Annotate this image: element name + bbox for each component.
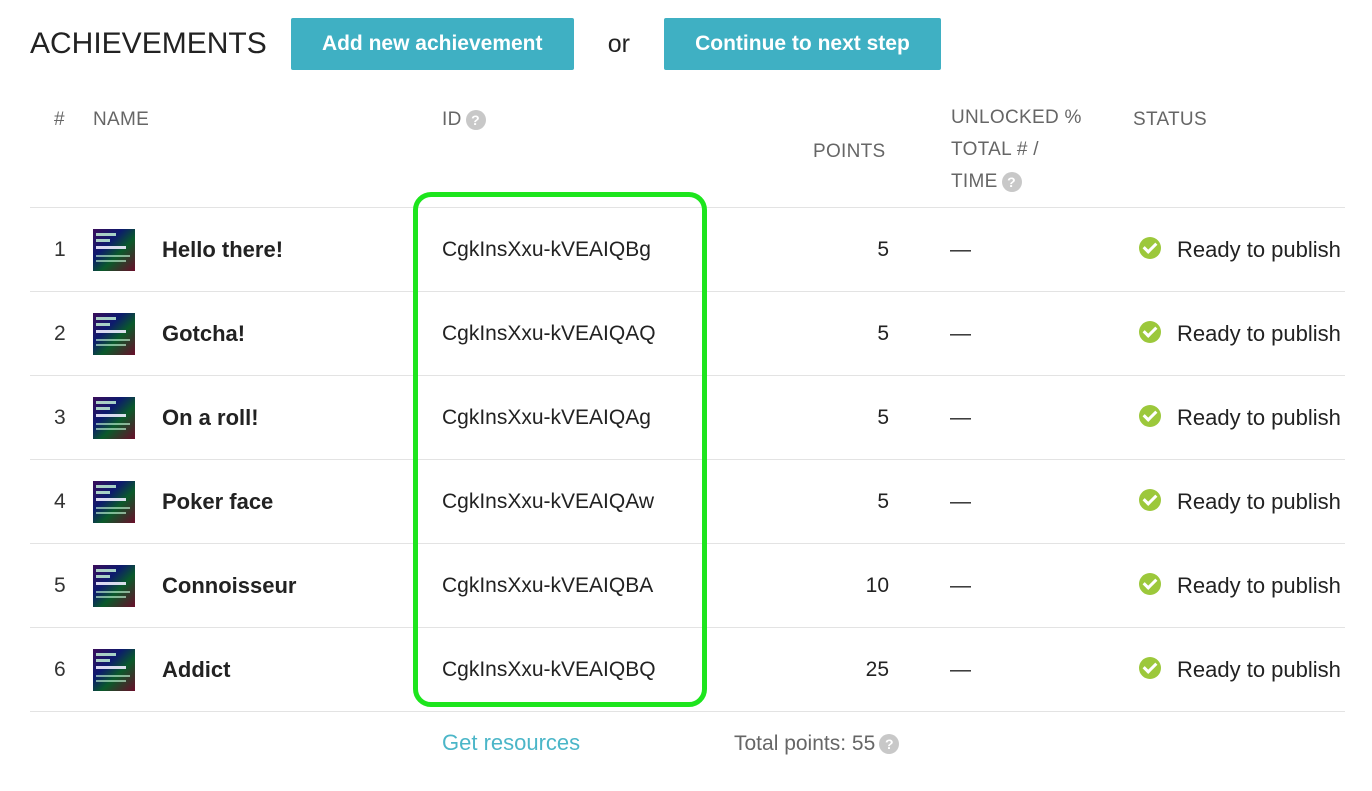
achievement-name[interactable]: On a roll! (162, 376, 259, 460)
achievement-name[interactable]: Addict (162, 628, 230, 712)
column-header-status: STATUS (1133, 109, 1207, 130)
achievement-image (93, 397, 135, 439)
check-circle-icon (1139, 489, 1161, 511)
status-text: Ready to publish (1177, 489, 1341, 514)
achievement-unlocked: — (950, 238, 971, 261)
status-text: Ready to publish (1177, 237, 1341, 262)
get-resources-link[interactable]: Get resources (442, 730, 580, 756)
achievement-image (93, 313, 135, 355)
achievement-points: 5 (877, 406, 889, 429)
achievement-image (93, 565, 135, 607)
status-text: Ready to publish (1177, 405, 1341, 430)
column-header-unlocked-label: TIME (951, 171, 998, 192)
column-header-name: NAME (93, 109, 150, 130)
achievement-points: 10 (865, 574, 889, 597)
achievement-points: 25 (865, 658, 889, 681)
achievement-unlocked: — (950, 406, 971, 429)
table-row[interactable]: 3 On a roll! CgkInsXxu-kVEAIQAg 5 — Read… (30, 376, 1345, 460)
achievement-image (93, 229, 135, 271)
total-points-label: Total points: 55 (734, 732, 876, 755)
column-header-number: # (54, 109, 65, 130)
check-circle-icon (1139, 237, 1161, 259)
achievement-unlocked: — (950, 322, 971, 345)
achievement-image (93, 481, 135, 523)
page-title: ACHIEVEMENTS (30, 27, 267, 60)
table-row[interactable]: 6 Addict CgkInsXxu-kVEAIQBQ 25 — Ready t… (30, 628, 1345, 712)
achievement-id: CgkInsXxu-kVEAIQBQ (442, 658, 656, 681)
status-badge: Ready to publish (1139, 544, 1341, 628)
achievement-id: CgkInsXxu-kVEAIQAQ (442, 322, 656, 345)
column-header-id: ID? (442, 104, 486, 136)
row-number: 3 (54, 406, 66, 429)
continue-button[interactable]: Continue to next step (663, 18, 941, 70)
total-points: Total points: 55? (734, 732, 900, 756)
achievement-id: CgkInsXxu-kVEAIQBg (442, 238, 651, 261)
check-circle-icon (1139, 405, 1161, 427)
achievement-points: 5 (877, 490, 889, 513)
status-badge: Ready to publish (1139, 460, 1341, 544)
page-header: ACHIEVEMENTS Add new achievement or Cont… (30, 18, 941, 70)
table-row[interactable]: 5 Connoisseur CgkInsXxu-kVEAIQBA 10 — Re… (30, 544, 1345, 628)
help-icon[interactable]: ? (465, 109, 486, 130)
achievement-points: 5 (877, 238, 889, 261)
row-number: 2 (54, 322, 66, 345)
status-badge: Ready to publish (1139, 292, 1341, 376)
row-number: 4 (54, 490, 66, 513)
column-header-unlocked: UNLOCKED % TOTAL # / TIME? (951, 102, 1082, 198)
achievement-points: 5 (877, 322, 889, 345)
column-header-points: POINTS (813, 141, 886, 162)
column-header-unlocked-line3: TIME? (951, 166, 1082, 198)
achievement-name[interactable]: Poker face (162, 460, 273, 544)
status-text: Ready to publish (1177, 321, 1341, 346)
status-text: Ready to publish (1177, 573, 1341, 598)
help-icon[interactable]: ? (1001, 171, 1022, 192)
achievement-unlocked: — (950, 658, 971, 681)
achievement-id: CgkInsXxu-kVEAIQBA (442, 574, 654, 597)
check-circle-icon (1139, 573, 1161, 595)
status-text: Ready to publish (1177, 657, 1341, 682)
column-header-unlocked-line1: UNLOCKED % (951, 107, 1082, 128)
achievement-unlocked: — (950, 574, 971, 597)
row-number: 6 (54, 658, 66, 681)
column-header-id-label: ID (442, 109, 462, 130)
add-achievement-button[interactable]: Add new achievement (290, 18, 574, 70)
status-badge: Ready to publish (1139, 628, 1341, 712)
achievement-id: CgkInsXxu-kVEAIQAw (442, 490, 655, 513)
table-row[interactable]: 4 Poker face CgkInsXxu-kVEAIQAw 5 — Read… (30, 460, 1345, 544)
column-header-unlocked-line2: TOTAL # / (951, 139, 1039, 160)
row-number: 5 (54, 574, 66, 597)
achievement-name[interactable]: Gotcha! (162, 292, 245, 376)
check-circle-icon (1139, 657, 1161, 679)
help-icon[interactable]: ? (879, 734, 900, 755)
achievement-unlocked: — (950, 490, 971, 513)
row-number: 1 (54, 238, 66, 261)
status-badge: Ready to publish (1139, 208, 1341, 292)
achievement-image (93, 649, 135, 691)
or-separator: or (607, 29, 630, 58)
status-badge: Ready to publish (1139, 376, 1341, 460)
table-row[interactable]: 1 Hello there! CgkInsXxu-kVEAIQBg 5 — Re… (30, 208, 1345, 292)
achievement-name[interactable]: Connoisseur (162, 544, 296, 628)
row-divider (30, 711, 1345, 712)
achievement-name[interactable]: Hello there! (162, 208, 283, 292)
table-row[interactable]: 2 Gotcha! CgkInsXxu-kVEAIQAQ 5 — Ready t… (30, 292, 1345, 376)
check-circle-icon (1139, 321, 1161, 343)
achievement-id: CgkInsXxu-kVEAIQAg (442, 406, 651, 429)
